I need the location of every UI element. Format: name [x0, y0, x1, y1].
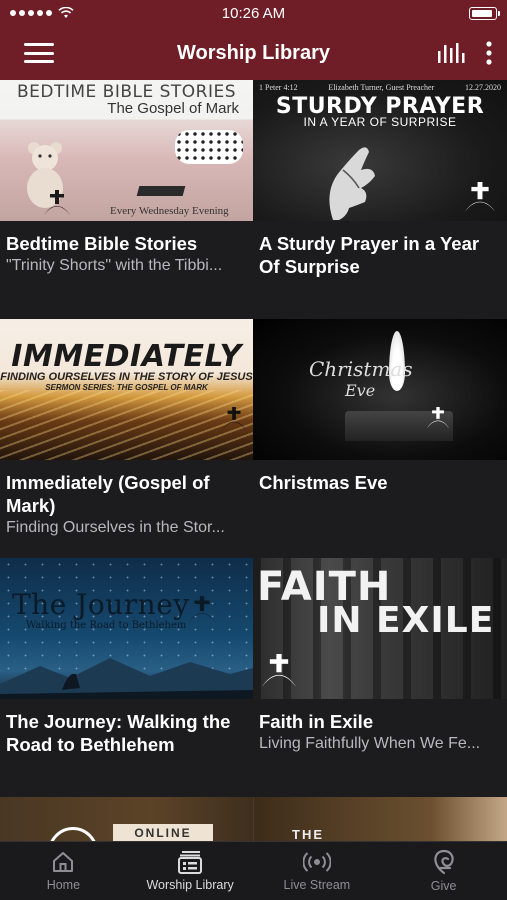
library-grid: BEDTIME BIBLE STORIES The Gospel of Mark… — [0, 80, 507, 840]
thumb-text: The Gospel of Mark — [107, 100, 239, 117]
light-streaks — [0, 390, 253, 460]
library-item[interactable]: IMMEDIATELY FINDING OURSELVES IN THE STO… — [0, 319, 253, 558]
pillow-shape — [175, 130, 243, 164]
item-title: Bedtime Bible Stories — [6, 233, 198, 254]
thumb-text: 1 Peter 4:12 — [259, 83, 298, 92]
item-text: Bedtime Bible Stories "Trinity Shorts" w… — [0, 221, 253, 277]
book-shape — [136, 186, 186, 196]
library-item[interactable]: FAITH IN EXILE Faith in Exile Living Fai… — [253, 558, 507, 797]
item-subtitle: Living Faithfully When We Fe... — [259, 735, 481, 752]
status-bar: 10:26 AM — [0, 0, 507, 26]
item-thumbnail: FAITH IN EXILE — [253, 558, 507, 699]
church-logo-icon — [44, 190, 70, 215]
library-item[interactable]: 1 Peter 4:12 Elizabeth Turner, Guest Pre… — [253, 80, 507, 319]
thumb-text: 12.27.2020 — [464, 83, 501, 92]
thumb-text: THE — [292, 827, 324, 841]
app-header: Worship Library — [0, 26, 507, 80]
thumb-text: Christmas — [309, 357, 413, 381]
audio-bars-icon[interactable] — [437, 42, 465, 64]
thumb-text: Walking the Road to Bethlehem — [26, 620, 187, 631]
thumb-text: IN A YEAR OF SURPRISE — [303, 115, 457, 129]
library-item-partial[interactable]: ONLINE — [0, 797, 253, 841]
mountains-silhouette — [0, 658, 253, 699]
partial-row: ONLINE THE — [0, 797, 507, 841]
menu-button[interactable] — [24, 43, 54, 63]
item-subtitle: Finding Ourselves in the Stor... — [6, 519, 225, 536]
item-thumbnail: IMMEDIATELY FINDING OURSELVES IN THE STO… — [0, 319, 253, 460]
wifi-icon — [58, 7, 74, 18]
item-text: Immediately (Gospel of Mark) Finding Our… — [0, 460, 253, 539]
library-item[interactable]: The Journey Walking the Road to Bethlehe… — [0, 558, 253, 797]
status-left — [10, 7, 74, 19]
thumb-text: The Journey — [12, 588, 190, 621]
item-title: Faith in Exile — [259, 711, 374, 732]
tab-give[interactable]: Give — [380, 842, 507, 900]
circle-shape — [48, 827, 98, 841]
tab-label: Home — [46, 878, 81, 892]
give-icon — [433, 849, 454, 875]
tab-bar: Home Worship Library Live Stream Give — [0, 841, 507, 900]
item-title: Christmas Eve — [259, 472, 388, 493]
item-text: Christmas Eve — [253, 460, 507, 494]
item-subtitle: "Trinity Shorts" with the Tibbi... — [6, 257, 223, 274]
item-thumbnail: The Journey Walking the Road to Bethlehe… — [0, 558, 253, 699]
church-logo-icon — [427, 407, 449, 429]
item-title: Immediately (Gospel of Mark) — [6, 472, 210, 516]
church-logo-icon — [262, 654, 296, 687]
item-thumbnail: Christmas Eve — [253, 319, 507, 460]
thumb-text: Every Wednesday Evening — [110, 205, 229, 217]
status-time: 10:26 AM — [221, 4, 286, 22]
library-item[interactable]: Christmas Eve Christmas Eve — [253, 319, 507, 558]
more-options-icon[interactable] — [485, 41, 493, 65]
battery-icon — [469, 6, 500, 20]
tab-live-stream[interactable]: Live Stream — [254, 842, 381, 900]
item-text: The Journey: Walking the Road to Bethleh… — [0, 699, 253, 756]
library-icon — [178, 851, 203, 874]
live-stream-icon — [302, 852, 331, 872]
tab-label: Live Stream — [283, 878, 351, 892]
thumb-text: Eve — [345, 381, 376, 400]
thumb-text: FINDING OURSELVES IN THE STORY OF JESUS — [0, 371, 253, 383]
tab-home[interactable]: Home — [0, 842, 127, 900]
signal-strength-icon — [10, 10, 52, 16]
home-icon — [53, 852, 74, 872]
church-logo-icon — [464, 182, 496, 213]
thumb-text: Elizabeth Turner, Guest Preacher — [328, 83, 435, 92]
thumb-text: ONLINE — [113, 824, 213, 841]
tab-label: Worship Library — [146, 878, 234, 892]
library-item[interactable]: BEDTIME BIBLE STORIES The Gospel of Mark… — [0, 80, 253, 319]
thumb-text: IMMEDIATELY — [11, 339, 242, 374]
item-thumbnail: BEDTIME BIBLE STORIES The Gospel of Mark… — [0, 80, 253, 221]
thumb-text: IN EXILE — [317, 600, 495, 641]
tab-worship-library[interactable]: Worship Library — [127, 842, 254, 900]
thumb-meta: 1 Peter 4:12 Elizabeth Turner, Guest Pre… — [259, 83, 501, 92]
thumb-text: BEDTIME BIBLE STORIES — [16, 82, 237, 102]
item-title: The Journey: Walking the Road to Bethleh… — [6, 711, 231, 755]
item-thumbnail: 1 Peter 4:12 Elizabeth Turner, Guest Pre… — [253, 80, 507, 221]
item-text: A Sturdy Prayer in a Year Of Surprise — [253, 221, 507, 278]
library-item-partial[interactable]: THE — [254, 797, 507, 841]
page-title: Worship Library — [177, 41, 330, 64]
item-text: Faith in Exile Living Faithfully When We… — [253, 699, 507, 755]
church-logo-icon — [222, 407, 246, 431]
praying-hands-icon — [329, 147, 375, 220]
tab-label: Give — [430, 879, 457, 893]
item-title: A Sturdy Prayer in a Year Of Surprise — [259, 233, 480, 277]
church-logo-icon — [188, 596, 216, 623]
header-actions — [437, 41, 493, 65]
